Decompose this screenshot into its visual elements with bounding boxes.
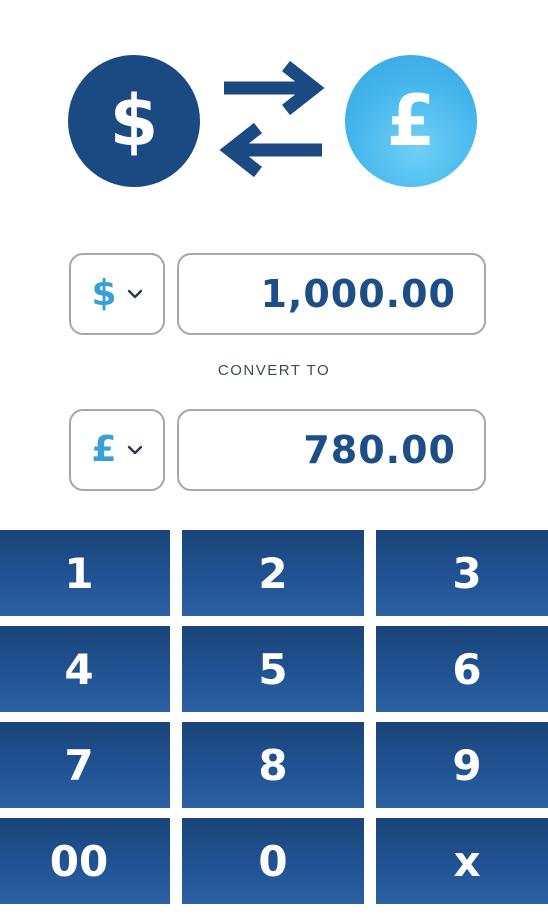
- chevron-down-icon: [127, 289, 142, 299]
- numeric-keypad: 1 2 3 4 5 6 7 8 9 00 0 x: [0, 530, 548, 920]
- key-7[interactable]: 7: [0, 722, 170, 808]
- key-8[interactable]: 8: [182, 722, 364, 808]
- from-currency-dropdown[interactable]: $: [69, 253, 165, 335]
- from-amount-field[interactable]: 1,000.00: [177, 253, 486, 335]
- key-3[interactable]: 3: [376, 530, 548, 616]
- convert-to-label: CONVERT TO: [217, 362, 331, 379]
- key-clear[interactable]: x: [376, 818, 548, 904]
- key-6[interactable]: 6: [376, 626, 548, 712]
- to-currency-dropdown-symbol: £: [91, 429, 117, 470]
- to-currency-icon: £: [345, 55, 477, 187]
- key-00[interactable]: 00: [0, 818, 170, 904]
- key-9[interactable]: 9: [376, 722, 548, 808]
- to-currency-dropdown[interactable]: £: [69, 409, 165, 491]
- from-currency-symbol: $: [109, 80, 159, 162]
- key-5[interactable]: 5: [182, 626, 364, 712]
- to-currency-symbol: £: [386, 80, 436, 162]
- to-amount-field[interactable]: 780.00: [177, 409, 486, 491]
- swap-arrows-icon[interactable]: [214, 58, 330, 182]
- key-1[interactable]: 1: [0, 530, 170, 616]
- key-2[interactable]: 2: [182, 530, 364, 616]
- currency-converter-screen: $ £ $ 1,000.00 CONVERT TO £ 780.00 1 2 3…: [0, 0, 548, 920]
- from-currency-icon: $: [68, 55, 200, 187]
- key-0[interactable]: 0: [182, 818, 364, 904]
- chevron-down-icon: [127, 445, 142, 455]
- from-currency-dropdown-symbol: $: [91, 273, 117, 314]
- key-4[interactable]: 4: [0, 626, 170, 712]
